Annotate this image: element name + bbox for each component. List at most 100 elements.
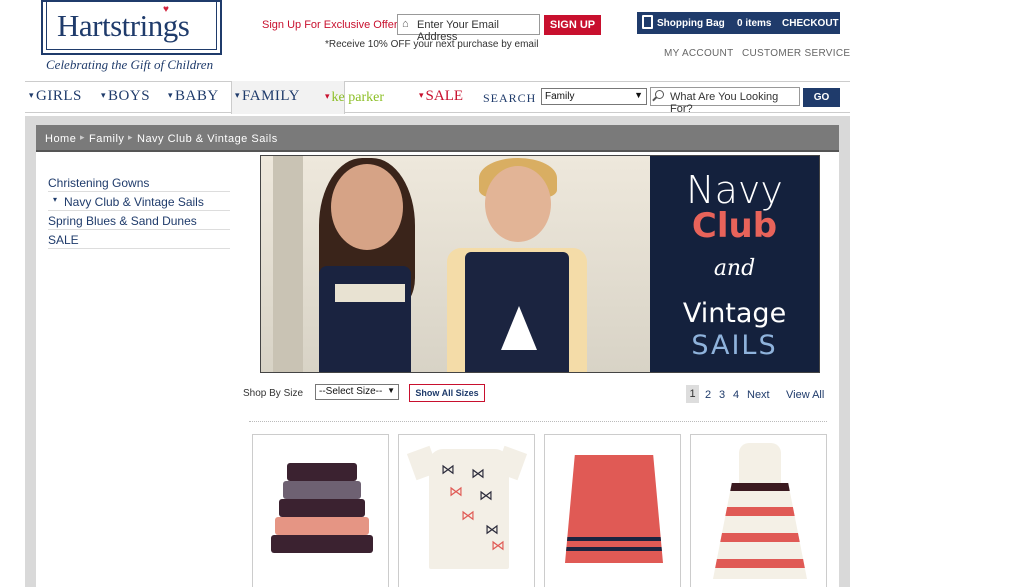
nav-sale-label: SALE	[425, 88, 464, 104]
breadcrumb-family[interactable]: Family	[89, 133, 124, 145]
promo-banner[interactable]: Navy Club and Vintage SAILS	[260, 155, 820, 373]
email-field[interactable]: ⌂ Enter Your Email Address	[397, 14, 540, 43]
logo-text: Hartstrings	[57, 8, 190, 43]
bow-icon: ⋈	[441, 461, 455, 477]
size-select-value: --Select Size--	[319, 386, 383, 397]
nav-family-label: FAMILY	[242, 88, 300, 104]
chevron-down-icon: ▾	[29, 90, 35, 100]
banner-photo-girl-dress	[319, 266, 411, 372]
dropdown-arrow-icon: ▼	[634, 90, 643, 100]
view-all-link[interactable]: View All	[786, 389, 824, 401]
show-all-sizes-button[interactable]: Show All Sizes	[409, 384, 485, 402]
signup-label: Sign Up For Exclusive Offers:	[262, 19, 407, 31]
banner-photo-girl-smock	[335, 284, 405, 302]
nav-girls[interactable]: ▾ GIRLS	[29, 88, 82, 105]
chevron-down-icon: ▾	[325, 91, 330, 101]
signup-note: *Receive 10% OFF your next purchase by e…	[325, 39, 539, 50]
bow-icon: ⋈	[479, 487, 493, 503]
nav-sale[interactable]: ▾ SALE	[419, 88, 463, 105]
chevron-right-icon: ▸	[80, 132, 86, 142]
search-category-value: Family	[545, 91, 575, 102]
banner-photo	[261, 156, 650, 372]
skirt-body	[565, 455, 663, 563]
search-input[interactable]: What Are You Looking For?	[650, 87, 800, 115]
sailboat-icon	[501, 306, 537, 350]
dress-stripe	[713, 533, 807, 542]
product-red-skirt[interactable]	[544, 434, 681, 587]
dress-sash	[713, 483, 807, 491]
shop-by-size-label: Shop By Size	[243, 388, 304, 399]
bow-icon: ⋈	[491, 537, 505, 553]
sidebar-item-navy-club[interactable]: ▾ Navy Club & Vintage Sails	[48, 192, 230, 211]
sidebar-item-sale[interactable]: SALE	[48, 230, 230, 249]
banner-photo-boy-head	[485, 166, 551, 242]
bow-icon: ⋈	[485, 521, 499, 537]
search-label: SEARCH	[483, 91, 537, 105]
sidebar-item-label: Christening Gowns	[48, 176, 150, 190]
chevron-down-icon: ▾	[53, 195, 58, 204]
page: ♥ Hartstrings Celebrating the Gift of Ch…	[0, 0, 1024, 587]
banner-photo-pillar	[273, 156, 303, 372]
chevron-down-icon: ▾	[101, 90, 107, 100]
dress-stripe	[713, 507, 807, 516]
banner-line-sails: SAILS	[691, 330, 778, 361]
page-1[interactable]: 1	[686, 385, 699, 403]
nav-boys[interactable]: ▾ BOYS	[101, 88, 150, 105]
main-nav: ▾ GIRLS ▾ BOYS ▾ BABY ▾ FAMILY ▾ ke parker ▾ S…	[25, 81, 850, 115]
skirt-tier	[271, 535, 373, 553]
customer-service-link[interactable]: CUSTOMER SERVICE	[742, 48, 850, 59]
product-striped-dress[interactable]	[690, 434, 827, 587]
go-button[interactable]: GO	[803, 88, 840, 107]
nav-boys-label: BOYS	[108, 88, 151, 104]
breadcrumb: Home ▸ Family ▸ Navy Club & Vintage Sail…	[36, 125, 839, 152]
page-2[interactable]: 2	[705, 389, 711, 401]
skirt-tier	[287, 463, 357, 481]
signup-button[interactable]: SIGN UP	[544, 15, 601, 35]
nav-ke-parker[interactable]: ▾ ke parker	[325, 90, 384, 106]
product-tiered-skirt[interactable]	[252, 434, 389, 587]
breadcrumb-current: Navy Club & Vintage Sails	[137, 133, 278, 145]
bow-icon: ⋈	[471, 465, 485, 481]
chevron-down-icon: ▾	[235, 90, 241, 100]
category-sidebar: Christening Gowns ▾ Navy Club & Vintage S…	[48, 173, 230, 249]
tag-icon: ⌂	[402, 18, 409, 30]
dropdown-arrow-icon: ▼	[387, 386, 395, 395]
size-select[interactable]: --Select Size-- ▼	[315, 384, 399, 400]
sidebar-item-label: SALE	[48, 233, 79, 247]
sidebar-item-label: Navy Club & Vintage Sails	[64, 195, 204, 209]
sidebar-item-christening-gowns[interactable]: Christening Gowns	[48, 173, 230, 192]
bow-icon: ⋈	[461, 507, 475, 523]
breadcrumb-home[interactable]: Home	[45, 133, 76, 145]
skirt-stripe	[565, 537, 663, 541]
content-frame: Home ▸ Family ▸ Navy Club & Vintage Sail…	[25, 116, 850, 587]
sidebar-item-spring-blues[interactable]: Spring Blues & Sand Dunes	[48, 211, 230, 230]
chevron-down-icon: ▾	[419, 90, 424, 100]
tagline: Celebrating the Gift of Children	[46, 57, 214, 72]
bow-icon: ⋈	[449, 483, 463, 499]
dress-stripe	[713, 559, 807, 568]
page-4[interactable]: 4	[733, 389, 739, 401]
shopping-bag-bar[interactable]: Shopping Bag 0 items CHECKOUT	[637, 12, 840, 34]
search-icon	[655, 90, 664, 99]
dress-skirt	[713, 483, 807, 579]
search-placeholder: What Are You Looking For?	[670, 91, 779, 115]
skirt-stripe	[565, 547, 663, 551]
divider	[249, 421, 827, 422]
page-3[interactable]: 3	[719, 389, 725, 401]
product-bow-tee[interactable]: ⋈ ⋈ ⋈ ⋈ ⋈ ⋈ ⋈	[398, 434, 535, 587]
chevron-down-icon: ▾	[168, 90, 174, 100]
logo[interactable]: ♥ Hartstrings	[41, 0, 222, 55]
dress-bodice	[739, 443, 781, 483]
banner-line-and: and	[713, 256, 756, 281]
banner-line-vintage: Vintage	[682, 298, 787, 329]
nav-family[interactable]: ▾ FAMILY	[235, 88, 300, 105]
chevron-right-icon: ▸	[128, 132, 134, 142]
search-category-select[interactable]: Family ▼	[541, 88, 647, 105]
sidebar-item-label: Spring Blues & Sand Dunes	[48, 214, 197, 228]
checkout-link[interactable]: CHECKOUT	[782, 18, 839, 29]
next-page-link[interactable]: Next	[747, 389, 770, 401]
nav-baby[interactable]: ▾ BABY	[168, 88, 219, 105]
shopping-bag-icon	[642, 15, 653, 29]
my-account-link[interactable]: MY ACCOUNT	[664, 48, 734, 59]
bag-label[interactable]: Shopping Bag	[657, 18, 725, 29]
